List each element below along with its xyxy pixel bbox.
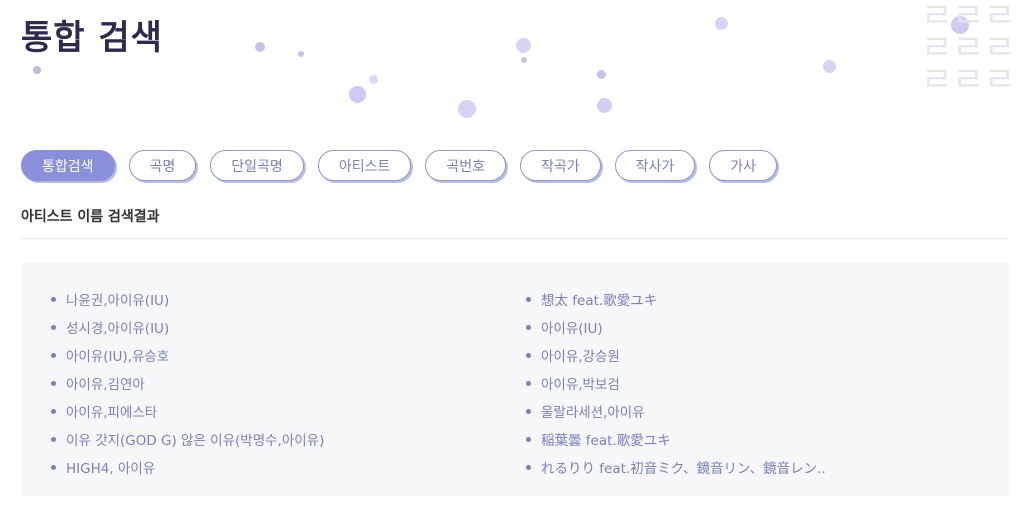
result-item[interactable]: 稲葉曇 feat.歌愛ユキ (526, 425, 826, 453)
bullet-icon (526, 380, 531, 386)
bullet-icon (51, 324, 56, 330)
result-label: 이유 갓지(GOD G) 않은 이유(박명수,아이유) (66, 433, 325, 449)
page-title: 통합 검색 (21, 18, 163, 58)
decor-dot (255, 42, 265, 52)
bullet-icon (526, 408, 531, 414)
bullet-icon (51, 436, 56, 442)
decor-dot (516, 38, 531, 53)
result-item[interactable]: れるりり feat.初音ミク、鏡音リン、鏡音レン.. (526, 453, 826, 481)
decor-pattern: ㄹㄹㄹ ㄹㄹㄹ ㄹㄹㄹ (921, 0, 1015, 100)
result-item[interactable]: 想太 feat.歌愛ユキ (526, 285, 826, 313)
bullet-icon (526, 324, 531, 330)
section-title: 아티스트 이름 검색결과 (21, 209, 160, 225)
bullet-icon (51, 352, 56, 358)
result-label: 아이유,피에스타 (66, 405, 158, 421)
result-label: HIGH4, 아이유 (66, 461, 156, 477)
divider (21, 238, 1009, 239)
bullet-icon (526, 436, 531, 442)
tab-song-title[interactable]: 곡명 (128, 150, 197, 181)
decor-dot (349, 86, 366, 103)
tab-artist[interactable]: 아티스트 (317, 150, 412, 181)
bullet-icon (51, 296, 56, 302)
result-label: 想太 feat.歌愛ユキ (541, 293, 658, 309)
bullet-icon (51, 380, 56, 386)
result-label: 울랄라세션,아이유 (541, 405, 645, 421)
result-label: 稲葉曇 feat.歌愛ユキ (541, 433, 671, 449)
result-item[interactable]: 성시경,아이유(IU) (51, 313, 324, 341)
decor-dot (369, 75, 378, 84)
bullet-icon (51, 408, 56, 414)
decor-dot (458, 100, 476, 118)
tab-song-number[interactable]: 곡번호 (425, 150, 506, 181)
decor-dot (597, 70, 606, 79)
decor-dot (298, 51, 304, 57)
tab-single-title[interactable]: 단일곡명 (210, 150, 304, 181)
decor-dot (33, 66, 41, 74)
tab-composer[interactable]: 작곡가 (520, 150, 601, 181)
search-tabs: 통합검색 곡명 단일곡명 아티스트 곡번호 작곡가 작사가 가사 (21, 150, 778, 181)
results-list-right: 想太 feat.歌愛ユキ 아이유(IU) 아이유,강승원 아이유,박보검 울랄라… (526, 285, 826, 481)
tab-integrated[interactable]: 통합검색 (21, 150, 115, 181)
result-label: 나윤권,아이유(IU) (66, 293, 170, 309)
decor-dot (823, 60, 836, 73)
result-item[interactable]: HIGH4, 아이유 (51, 453, 324, 481)
result-label: 성시경,아이유(IU) (66, 321, 170, 337)
bullet-icon (526, 296, 531, 302)
results-panel: 나윤권,아이유(IU) 성시경,아이유(IU) 아이유(IU),유승호 아이유,… (21, 263, 1009, 496)
result-label: 아이유,박보검 (541, 377, 620, 393)
decor-dot (521, 57, 527, 63)
result-item[interactable]: 아이유,박보검 (526, 369, 826, 397)
bullet-icon (51, 464, 56, 470)
result-item[interactable]: 아이유(IU),유승호 (51, 341, 324, 369)
bullet-icon (526, 352, 531, 358)
bullet-icon (526, 464, 531, 470)
page-header: 통합 검색 ㄹㄹㄹ ㄹㄹㄹ ㄹㄹㄹ (0, 0, 1021, 120)
result-item[interactable]: 아이유,피에스타 (51, 397, 324, 425)
result-item[interactable]: 아이유,김연아 (51, 369, 324, 397)
result-label: 아이유(IU) (541, 321, 603, 337)
result-item[interactable]: 나윤권,아이유(IU) (51, 285, 324, 313)
results-list-left: 나윤권,아이유(IU) 성시경,아이유(IU) 아이유(IU),유승호 아이유,… (51, 285, 324, 481)
result-label: 아이유,김연아 (66, 377, 145, 393)
decor-dot (597, 98, 612, 113)
result-label: 아이유(IU),유승호 (66, 349, 170, 365)
result-label: 아이유,강승원 (541, 349, 620, 365)
tab-lyrics[interactable]: 가사 (709, 150, 778, 181)
result-item[interactable]: 이유 갓지(GOD G) 않은 이유(박명수,아이유) (51, 425, 324, 453)
tab-lyricist[interactable]: 작사가 (614, 150, 696, 181)
result-item[interactable]: 아이유,강승원 (526, 341, 826, 369)
result-item[interactable]: 울랄라세션,아이유 (526, 397, 826, 425)
result-label: れるりり feat.初音ミク、鏡音リン、鏡音レン.. (541, 461, 826, 477)
result-item[interactable]: 아이유(IU) (526, 313, 826, 341)
decor-dot (715, 17, 728, 30)
